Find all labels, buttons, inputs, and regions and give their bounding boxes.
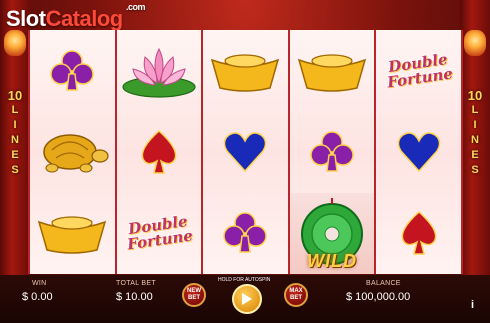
- site-logo: SlotCatalog .com: [6, 2, 146, 32]
- gold-ingot-symbol: [203, 30, 288, 111]
- spin-button[interactable]: [232, 284, 262, 314]
- heart-symbol: [203, 111, 288, 192]
- club-symbol: [203, 193, 288, 274]
- heart-symbol: [376, 111, 461, 192]
- total-bet-label: TOTAL BET: [116, 280, 156, 287]
- heart-icon: [397, 132, 440, 173]
- max-bet-label-1: MAX: [289, 288, 303, 294]
- spade-icon: [401, 211, 437, 256]
- reel-grid: Double Fortune WILD Double Fortune: [28, 30, 463, 274]
- gold-ingot-icon: [297, 54, 367, 92]
- paylines-word: LINES: [11, 104, 19, 176]
- new-bet-button[interactable]: NEW BET: [182, 283, 206, 307]
- double-fortune-text: Double Fortune: [384, 50, 454, 91]
- gold-ingot-icon: [38, 216, 107, 255]
- spade-symbol: [376, 193, 461, 274]
- double-fortune-symbol: Double Fortune: [117, 193, 202, 274]
- win-label: WIN: [32, 280, 47, 287]
- lantern-icon: [464, 30, 486, 56]
- info-button[interactable]: i: [471, 299, 474, 311]
- club-icon: [310, 131, 354, 172]
- club-symbol: [30, 30, 115, 111]
- turtle-symbol: [30, 111, 115, 192]
- club-symbol: [290, 111, 375, 192]
- hold-autospin-text: HOLD FOR AUTOSPIN: [218, 277, 271, 283]
- logo-part1: Slot: [6, 6, 46, 31]
- reel-4: WILD: [289, 30, 375, 274]
- lotus-symbol: [117, 30, 202, 111]
- paylines-count: 10: [7, 88, 23, 103]
- heart-icon: [224, 132, 267, 173]
- max-bet-label-2: BET: [290, 295, 302, 301]
- win-value: $ 0.00: [22, 291, 53, 303]
- control-bar: WIN $ 0.00 TOTAL BET $ 10.00 NEW BET HOL…: [0, 275, 490, 323]
- paylines-word: LINES: [471, 104, 479, 176]
- club-icon: [50, 49, 95, 91]
- total-bet-value: $ 10.00: [116, 291, 153, 303]
- balance-label: BALANCE: [366, 280, 401, 287]
- paylines-count: 10: [467, 88, 483, 103]
- wild-symbol: WILD: [289, 192, 375, 274]
- spade-symbol: [117, 111, 202, 192]
- gold-ingot-symbol: [30, 193, 115, 274]
- reel-3: [203, 30, 288, 274]
- balance-value: $ 100,000.00: [346, 291, 411, 303]
- reel-5: Double Fortune: [376, 30, 461, 274]
- logo-part2: Catalog: [45, 6, 124, 31]
- play-icon: [242, 293, 252, 305]
- lotus-icon: [122, 47, 196, 98]
- new-bet-label-1: NEW: [187, 288, 201, 294]
- paylines-indicator-right: 10 LINES: [463, 88, 487, 178]
- gold-ingot-icon: [211, 54, 280, 92]
- golden-turtle-icon: [43, 134, 109, 173]
- gold-ingot-symbol: [290, 30, 375, 111]
- logo-suffix: .com: [126, 2, 146, 12]
- lantern-icon: [4, 30, 26, 56]
- new-bet-label-2: BET: [188, 295, 200, 301]
- paylines-indicator-left: 10 LINES: [3, 88, 27, 178]
- reel-2: Double Fortune: [116, 30, 202, 274]
- max-bet-button[interactable]: MAX BET: [284, 283, 308, 307]
- club-icon: [223, 212, 268, 254]
- double-fortune-symbol: Double Fortune: [376, 30, 461, 111]
- spade-icon: [141, 129, 177, 174]
- wild-label: WILD: [307, 250, 358, 271]
- double-fortune-text: Double Fortune: [124, 212, 194, 253]
- reel-1: [30, 30, 115, 274]
